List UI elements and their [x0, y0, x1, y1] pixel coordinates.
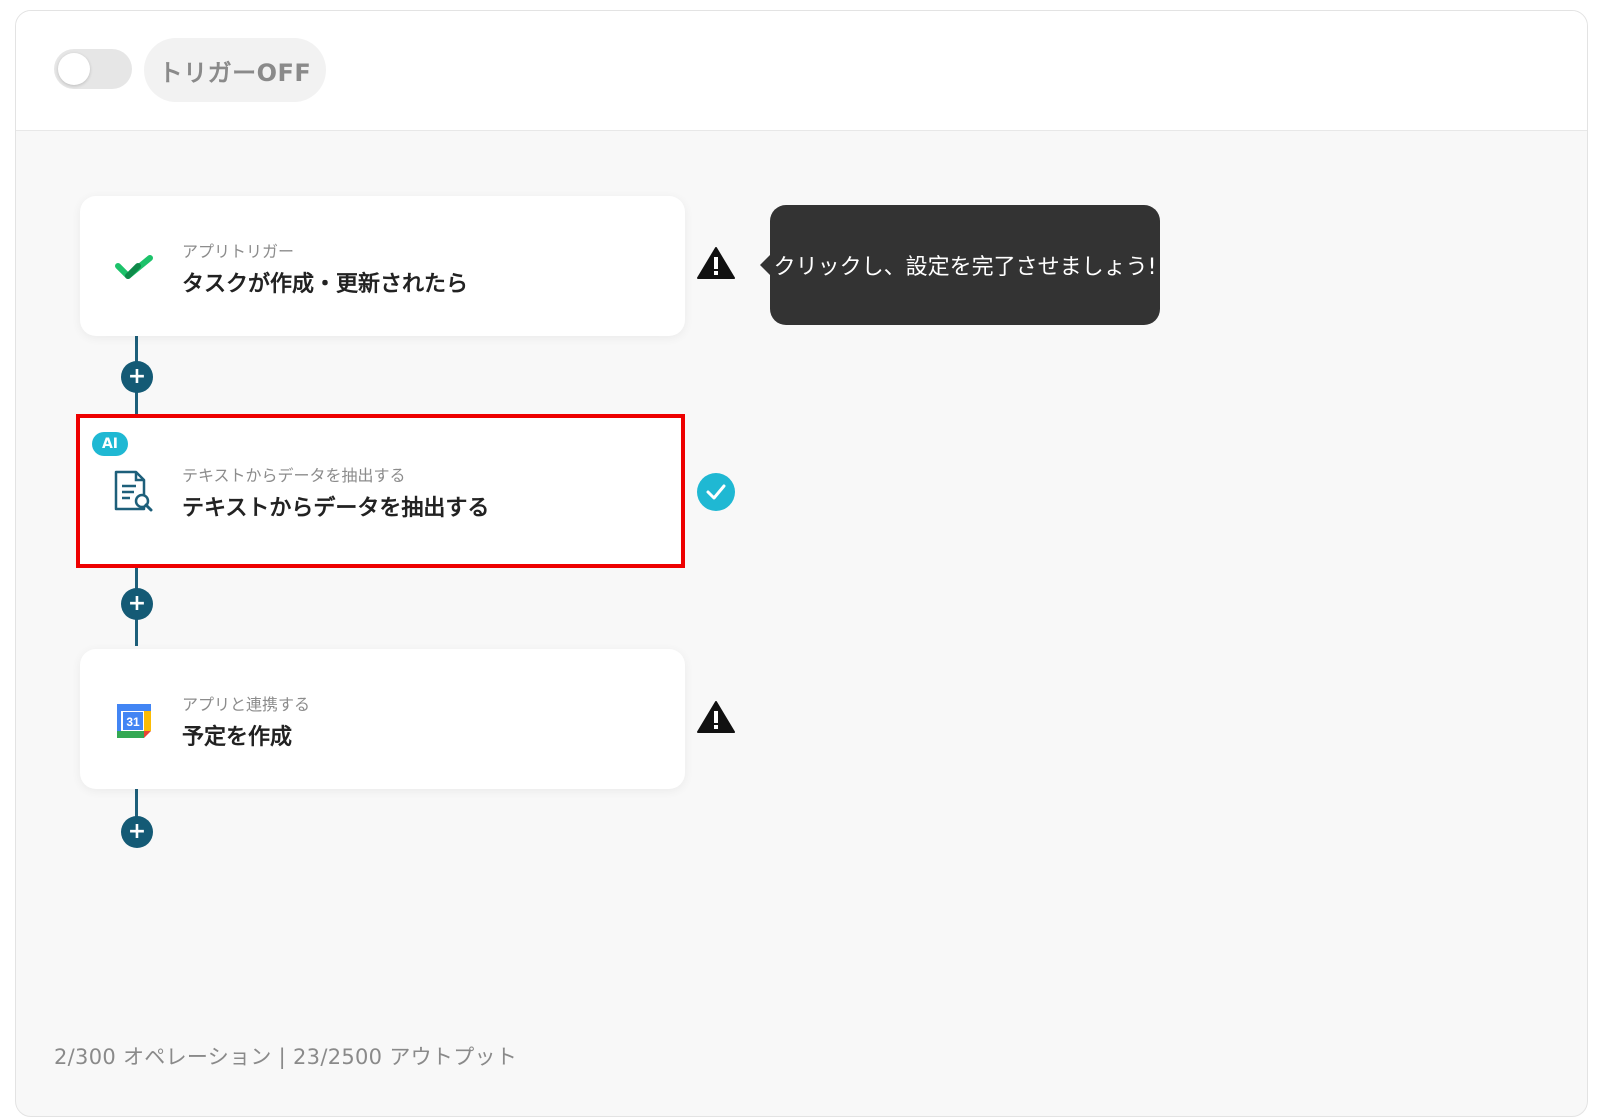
add-step-button[interactable]: +: [121, 588, 153, 620]
add-step-button[interactable]: +: [121, 816, 153, 848]
ai-badge: AI: [92, 432, 128, 456]
step-card-trigger[interactable]: アプリトリガー タスクが作成・更新されたら: [80, 196, 685, 336]
step-type-label: アプリトリガー: [182, 242, 295, 261]
toggle-knob: [58, 53, 90, 85]
step-title: タスクが作成・更新されたら: [182, 272, 469, 297]
google-calendar-icon: 31: [112, 699, 156, 743]
flow-editor-panel: トリガーOFF + + + アプリトリガー タスクが作成・更新されたら クリック…: [15, 10, 1588, 1117]
check-logo-icon: [112, 246, 156, 290]
usage-summary: 2/300 オペレーション | 23/2500 アウトプット: [54, 1045, 518, 1069]
trigger-status-label: トリガーOFF: [144, 38, 326, 102]
setup-hint-tooltip: クリックし、設定を完了させましょう!: [760, 205, 1160, 325]
step-type-label: テキストからデータを抽出する: [182, 466, 406, 485]
warning-icon: [696, 697, 736, 737]
trigger-toggle[interactable]: [54, 49, 132, 89]
warning-icon: [696, 243, 736, 283]
step-card-create-event[interactable]: 31 アプリと連携する 予定を作成: [80, 649, 685, 789]
connector-line: [135, 787, 138, 819]
add-step-button[interactable]: +: [121, 361, 153, 393]
step-type-label: アプリと連携する: [182, 695, 311, 714]
top-bar: トリガーOFF: [16, 11, 1587, 131]
calendar-day-number: 31: [126, 715, 140, 729]
complete-check-icon: [696, 472, 736, 512]
step-title: テキストからデータを抽出する: [182, 496, 490, 521]
document-search-icon: [110, 470, 154, 514]
step-card-ai-extract[interactable]: AI テキストからデータを抽出する テキストからデータを抽出する: [76, 414, 685, 568]
step-title: 予定を作成: [182, 725, 293, 750]
